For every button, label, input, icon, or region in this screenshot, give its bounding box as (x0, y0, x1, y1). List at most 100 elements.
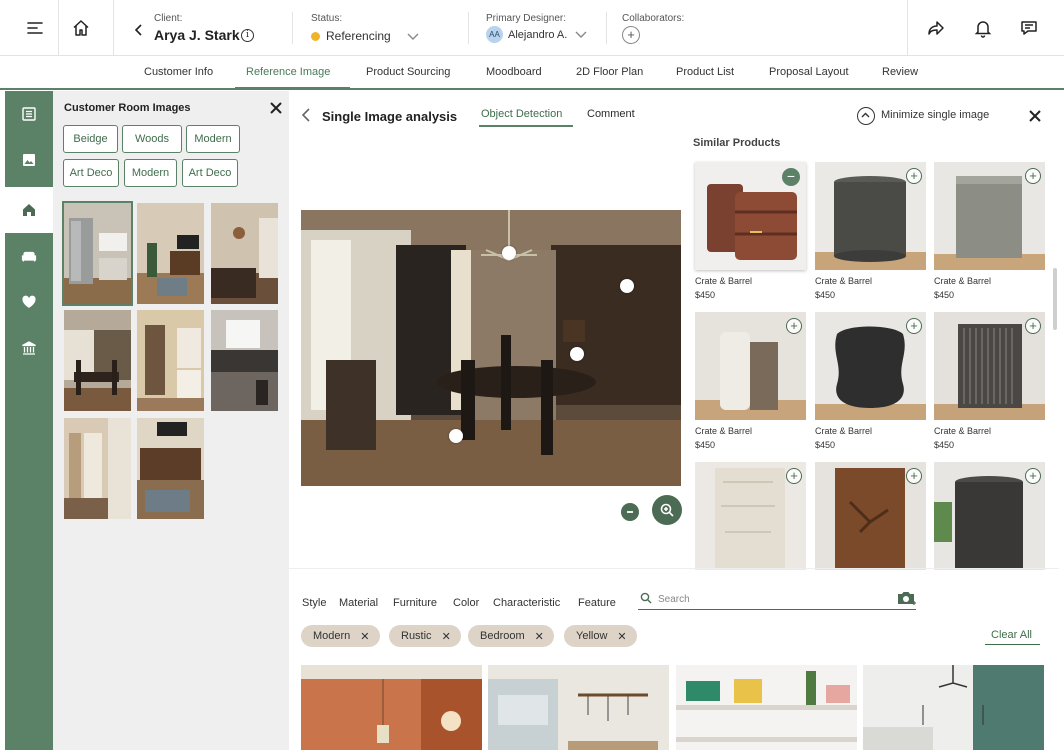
home-button[interactable] (67, 0, 95, 56)
add-product-button[interactable]: + (1025, 168, 1041, 184)
room-thumbnail[interactable] (137, 203, 204, 304)
close-icon[interactable] (1028, 109, 1042, 123)
style-chip[interactable]: Woods (122, 125, 182, 153)
room-thumbnail[interactable] (211, 203, 278, 304)
add-product-button[interactable]: + (786, 318, 802, 334)
search-input[interactable] (658, 591, 888, 607)
filter-tab-material[interactable]: Material (339, 597, 378, 609)
result-image[interactable] (676, 665, 857, 751)
product-card[interactable]: + (934, 462, 1045, 570)
tab-reference-image[interactable]: Reference Image (246, 66, 330, 78)
collaborators-label: Collaborators: (622, 13, 685, 24)
room-thumbnail[interactable] (137, 310, 204, 411)
tab-object-detection[interactable]: Object Detection (481, 108, 562, 120)
chat-button[interactable] (1015, 0, 1043, 56)
zoom-out-button[interactable] (621, 503, 639, 521)
tab-customer-info[interactable]: Customer Info (144, 66, 213, 78)
room-thumbnail[interactable] (64, 310, 131, 411)
style-chip[interactable]: Modern (186, 125, 240, 153)
rail-item-furniture[interactable] (5, 233, 53, 279)
style-chip[interactable]: Art Deco (182, 159, 238, 187)
filter-tag[interactable]: Modern ✕ (301, 625, 380, 647)
rail-item-favorites[interactable] (5, 279, 53, 325)
analysis-header: Single Image analysis Object Detection C… (289, 91, 1059, 141)
clear-all-button[interactable]: Clear All (991, 629, 1032, 641)
tab-comment[interactable]: Comment (587, 108, 635, 120)
result-image[interactable] (488, 665, 669, 751)
tab-product-list[interactable]: Product List (676, 66, 734, 78)
filter-tag[interactable]: Rustic ✕ (389, 625, 461, 647)
filter-tag-label: Bedroom (480, 630, 525, 642)
detection-hotspot[interactable] (502, 246, 516, 260)
scrollbar[interactable] (1053, 268, 1057, 330)
active-tab-indicator (235, 87, 350, 90)
rail-item-bank[interactable] (5, 325, 53, 371)
add-product-button[interactable]: + (786, 468, 802, 484)
product-card[interactable]: + (815, 462, 926, 570)
remove-tag-icon[interactable]: ✕ (442, 630, 451, 643)
room-thumbnail[interactable] (211, 310, 278, 411)
status-label: Status: (311, 13, 343, 24)
filter-tab-style[interactable]: Style (302, 597, 326, 609)
tab-product-sourcing[interactable]: Product Sourcing (366, 66, 450, 78)
chevron-down-icon[interactable] (575, 28, 587, 40)
remove-tag-icon[interactable]: ✕ (617, 630, 626, 643)
menu-button[interactable] (21, 0, 49, 56)
style-chip[interactable]: Art Deco (63, 159, 119, 187)
filter-tag[interactable]: Bedroom ✕ (468, 625, 554, 647)
filter-tab-furniture[interactable]: Furniture (393, 597, 437, 609)
product-card[interactable]: + Crate & Barrel $450 (934, 162, 1045, 300)
add-product-button[interactable]: + (1025, 318, 1041, 334)
detection-hotspot[interactable] (570, 347, 584, 361)
style-chip[interactable]: Modern (124, 159, 177, 187)
style-chip[interactable]: Beidge (63, 125, 118, 153)
filter-tag[interactable]: Yellow ✕ (564, 625, 637, 647)
rail-item-home[interactable] (5, 187, 53, 233)
remove-tag-icon[interactable]: ✕ (535, 630, 544, 643)
back-chevron-icon[interactable] (300, 108, 312, 122)
detection-hotspot[interactable] (620, 279, 634, 293)
add-product-button[interactable]: + (1025, 468, 1041, 484)
status-value[interactable]: Referencing (326, 29, 391, 43)
minimize-icon[interactable] (857, 107, 875, 125)
filter-tab-characteristic[interactable]: Characteristic (493, 597, 560, 609)
room-thumbnail[interactable] (137, 418, 204, 519)
filter-tab-feature[interactable]: Feature (578, 597, 616, 609)
add-product-button[interactable]: + (906, 168, 922, 184)
add-collaborator-button[interactable]: + (622, 26, 640, 44)
result-image[interactable] (301, 665, 482, 751)
room-thumbnail[interactable] (62, 201, 133, 306)
designer-name[interactable]: Alejandro A. (508, 29, 567, 41)
tab-moodboard[interactable]: Moodboard (486, 66, 542, 78)
minimize-single-image-button[interactable]: Minimize single image (881, 109, 989, 121)
rail-item-images[interactable] (5, 137, 53, 183)
add-product-button[interactable]: + (906, 318, 922, 334)
product-card[interactable]: + Crate & Barrel $450 (815, 312, 926, 450)
product-card[interactable]: + Crate & Barrel $450 (815, 162, 926, 300)
camera-icon[interactable] (896, 589, 916, 606)
product-card[interactable]: + (695, 462, 806, 570)
avatar: AA (486, 26, 503, 43)
chevron-down-icon[interactable] (407, 30, 419, 42)
share-button[interactable] (922, 0, 950, 56)
close-icon[interactable] (269, 101, 283, 115)
tab-2d-floor-plan[interactable]: 2D Floor Plan (576, 66, 643, 78)
remove-product-button[interactable]: − (782, 168, 800, 186)
remove-tag-icon[interactable]: ✕ (360, 630, 369, 643)
room-thumbnail[interactable] (64, 418, 131, 519)
back-chevron-icon[interactable] (133, 24, 145, 36)
tab-proposal-layout[interactable]: Proposal Layout (769, 66, 849, 78)
rail-item-list[interactable] (5, 91, 53, 137)
notifications-button[interactable] (969, 0, 997, 56)
product-card[interactable]: − Crate & Barrel $450 (695, 162, 806, 300)
product-card[interactable]: + Crate & Barrel $450 (695, 312, 806, 450)
share-icon (922, 14, 950, 42)
zoom-in-button[interactable] (652, 495, 682, 525)
result-image[interactable] (863, 665, 1044, 751)
filter-tab-color[interactable]: Color (453, 597, 479, 609)
product-card[interactable]: + Crate & Barrel $450 (934, 312, 1045, 450)
info-icon[interactable]: i (241, 29, 254, 42)
detection-hotspot[interactable] (449, 429, 463, 443)
add-product-button[interactable]: + (906, 468, 922, 484)
tab-review[interactable]: Review (882, 66, 918, 78)
